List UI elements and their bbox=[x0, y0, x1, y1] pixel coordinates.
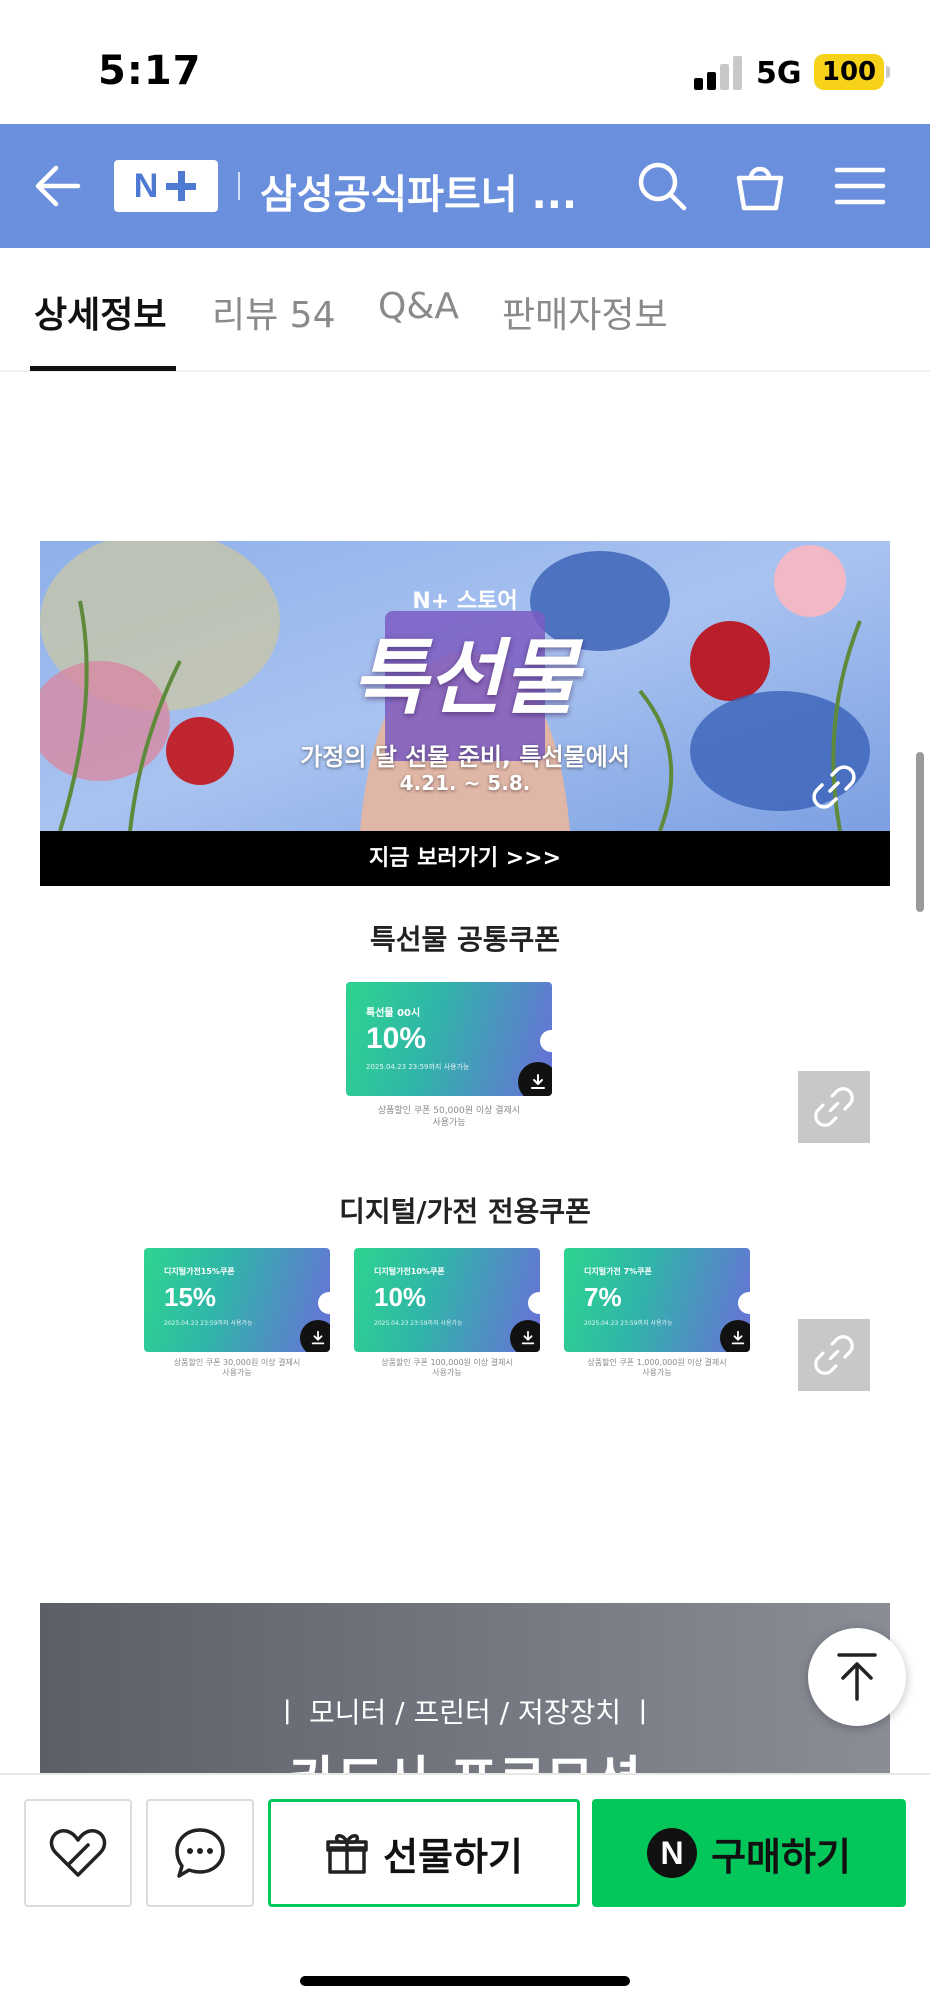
scrollbar[interactable] bbox=[916, 752, 924, 912]
coupon-note-line2: 사용가능 bbox=[432, 1117, 466, 1128]
promo-banner[interactable]: N+ 스토어 특선물 가정의 달 선물 준비, 특선물에서 4.21. ~ 5.… bbox=[40, 541, 890, 886]
common-coupon-card[interactable]: 특선물 00시 10% 2025.04.23 23:59까지 사용가능 bbox=[346, 982, 552, 1096]
coupon-valid-until: 2025.04.23 23:59까지 사용가능 bbox=[374, 1320, 463, 1327]
banner-dates: 4.21. ~ 5.8. bbox=[399, 771, 531, 795]
banner-categories: ㅣ 모니터 / 프린터 / 저장장치 ㅣ bbox=[274, 1696, 656, 1729]
battery-icon: 100 bbox=[814, 54, 890, 90]
common-coupon-note: 상품할인 쿠폰 50,000원 이상 결제시 사용가능 bbox=[346, 1106, 552, 1129]
home-indicator bbox=[300, 1976, 630, 1986]
scroll-top-button[interactable] bbox=[808, 1628, 906, 1726]
coupon-valid-until: 2025.04.23 23:59까지 사용가능 bbox=[164, 1320, 253, 1327]
back-arrow-icon[interactable] bbox=[34, 164, 82, 208]
chat-icon bbox=[175, 1828, 225, 1878]
chat-button[interactable] bbox=[146, 1799, 254, 1907]
banner-title: 특선물 bbox=[351, 630, 579, 726]
naver-pay-icon: N bbox=[647, 1828, 698, 1878]
status-time: 5:17 bbox=[98, 48, 202, 94]
coupon-notch bbox=[738, 1291, 750, 1314]
digital-coupon-note-3: 상품할인 쿠폰 1,000,000원 이상 결제시 사용가능 bbox=[564, 1358, 750, 1379]
download-icon[interactable] bbox=[300, 1320, 330, 1352]
coupon-note-line1: 상품할인 쿠폰 30,000원 이상 결제시 bbox=[173, 1358, 301, 1367]
signal-icon bbox=[694, 54, 746, 90]
gift-button[interactable]: 선물하기 bbox=[268, 1799, 580, 1907]
download-icon[interactable] bbox=[518, 1062, 552, 1096]
banner-title: 카드사 프로모션 bbox=[40, 1739, 890, 1773]
coupon-name: 특선물 00시 bbox=[366, 1008, 421, 1019]
download-icon[interactable] bbox=[510, 1320, 540, 1352]
heart-icon bbox=[49, 1829, 107, 1877]
tab-seller-info[interactable]: 판매자정보 bbox=[502, 286, 668, 338]
coupon-name: 디지털가전10%쿠폰 bbox=[374, 1267, 445, 1276]
digital-coupon-title: 디지털/가전 전용쿠폰 bbox=[339, 1195, 591, 1228]
naver-plus-logo[interactable]: N bbox=[114, 160, 218, 212]
status-bar: 5:17 5G 100 bbox=[0, 0, 930, 124]
coupon-percent: 10% bbox=[366, 1022, 427, 1055]
digital-coupon-note-1: 상품할인 쿠폰 30,000원 이상 결제시 사용가능 bbox=[144, 1358, 330, 1379]
coupon-note-line1: 상품할인 쿠폰 100,000원 이상 결제시 bbox=[381, 1358, 513, 1367]
tab-reviews[interactable]: 리뷰 54 bbox=[212, 286, 336, 338]
link-icon bbox=[814, 1335, 854, 1375]
coupon-percent: 10% bbox=[374, 1282, 427, 1312]
coupon-percent: 7% bbox=[584, 1282, 622, 1312]
store-title[interactable]: 삼성공식파트너 ... bbox=[260, 162, 590, 220]
common-coupon-link-button[interactable] bbox=[798, 1071, 870, 1143]
plus-icon bbox=[164, 169, 198, 203]
link-icon bbox=[814, 1087, 854, 1127]
coupon-notch bbox=[528, 1291, 540, 1314]
detail-tabs: 상세정보 리뷰 54 Q&A 판매자정보 bbox=[0, 248, 930, 372]
coupon-notch bbox=[540, 1029, 552, 1052]
download-icon[interactable] bbox=[720, 1320, 750, 1352]
digital-coupon-note-2: 상품할인 쿠폰 100,000원 이상 결제시 사용가능 bbox=[354, 1358, 540, 1379]
gift-icon bbox=[326, 1834, 368, 1874]
coupon-note-line2: 사용가능 bbox=[432, 1368, 462, 1378]
digital-coupon-card-2[interactable]: 디지털가전10%쿠폰 10% 2025.04.23 23:59까지 사용가능 bbox=[354, 1248, 540, 1352]
menu-icon[interactable] bbox=[834, 160, 886, 212]
network-type: 5G bbox=[756, 56, 802, 91]
coupon-note-line2: 사용가능 bbox=[222, 1368, 252, 1378]
coupon-percent: 15% bbox=[164, 1282, 217, 1312]
digital-coupon-link-button[interactable] bbox=[798, 1319, 870, 1391]
common-coupon-title: 특선물 공통쿠폰 bbox=[369, 923, 561, 956]
coupon-notch bbox=[318, 1291, 330, 1314]
buy-button-label: 구매하기 bbox=[711, 1834, 851, 1879]
product-page: 5:17 5G 100 N 삼성공식파트너 ... 상세정보 리뷰 54 Q&A… bbox=[0, 0, 930, 2013]
tab-qna[interactable]: Q&A bbox=[378, 286, 459, 327]
banner-subtitle: 가정의 달 선물 준비, 특선물에서 bbox=[300, 743, 630, 771]
gift-button-label: 선물하기 bbox=[383, 1834, 523, 1879]
coupon-note-line1: 상품할인 쿠폰 1,000,000원 이상 결제시 bbox=[587, 1358, 727, 1367]
wishlist-button[interactable] bbox=[24, 1799, 132, 1907]
tab-detail-info[interactable]: 상세정보 bbox=[34, 286, 166, 338]
digital-coupon-card-3[interactable]: 디지털가전 7%쿠폰 7% 2025.04.23 23:59까지 사용가능 bbox=[564, 1248, 750, 1352]
buy-button[interactable]: N 구매하기 bbox=[592, 1799, 906, 1907]
coupon-valid-until: 2025.04.23 23:59까지 사용가능 bbox=[584, 1320, 673, 1327]
coupon-name: 디지털가전 7%쿠폰 bbox=[584, 1267, 652, 1276]
search-icon[interactable] bbox=[636, 160, 688, 212]
card-promotion-banner[interactable]: ㅣ 모니터 / 프린터 / 저장장치 ㅣ 카드사 프로모션 bbox=[40, 1603, 890, 1773]
coupon-note-line2: 사용가능 bbox=[642, 1368, 672, 1378]
banner-cta[interactable]: 지금 보러가기 >>> bbox=[40, 831, 890, 886]
coupon-valid-until: 2025.04.23 23:59까지 사용가능 bbox=[366, 1063, 470, 1071]
header-divider bbox=[238, 172, 240, 200]
scroll-top-icon bbox=[837, 1653, 877, 1701]
coupon-note-line1: 상품할인 쿠폰 50,000원 이상 결제시 bbox=[377, 1106, 521, 1116]
link-icon[interactable] bbox=[810, 763, 858, 811]
store-header: N 삼성공식파트너 ... bbox=[0, 124, 930, 248]
digital-coupon-card-1[interactable]: 디지털가전15%쿠폰 15% 2025.04.23 23:59까지 사용가능 bbox=[144, 1248, 330, 1352]
coupon-name: 디지털가전15%쿠폰 bbox=[164, 1267, 235, 1276]
logo-n: N bbox=[133, 166, 159, 205]
cart-icon[interactable] bbox=[734, 160, 786, 212]
active-tab-indicator bbox=[30, 366, 176, 371]
